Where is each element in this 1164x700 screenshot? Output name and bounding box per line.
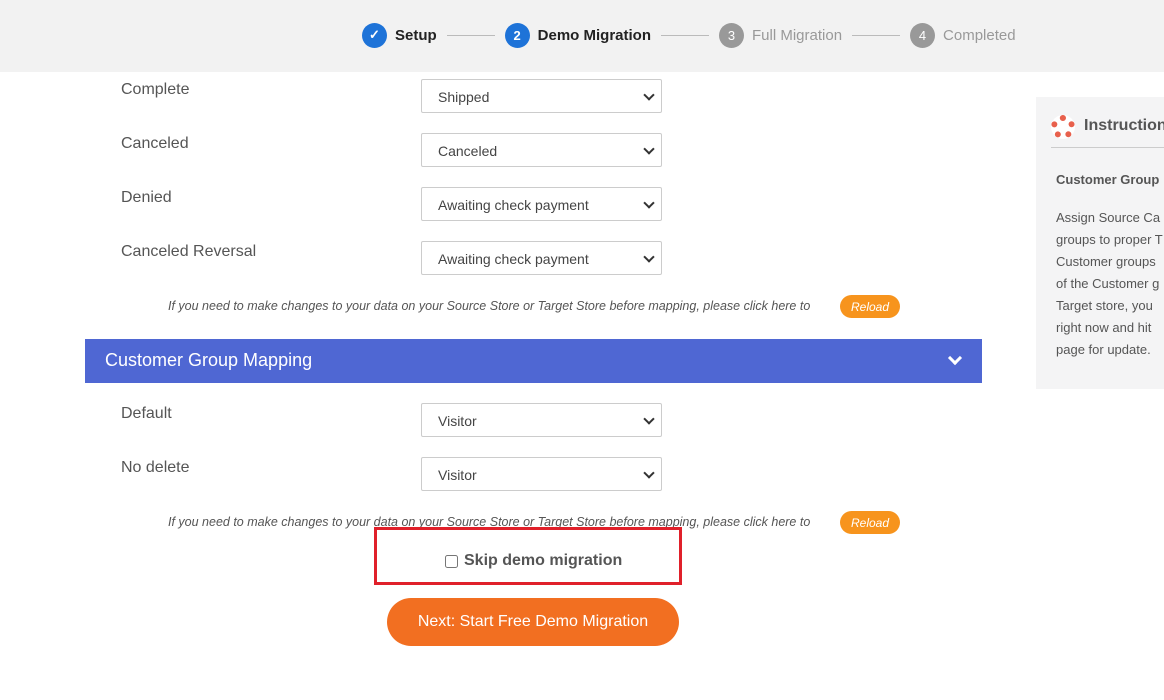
- checkbox[interactable]: [445, 554, 458, 568]
- reload-button[interactable]: Reload: [840, 511, 900, 534]
- section-title: Customer Group Mapping: [105, 350, 313, 370]
- step-divider: [661, 34, 710, 36]
- customer-group-mapping-header[interactable]: Customer Group Mapping: [85, 339, 982, 383]
- text-line: Assign Source Ca: [1056, 210, 1161, 225]
- status-label-canceled: Canceled: [121, 135, 189, 152]
- group-select-no-delete[interactable]: Visitor: [421, 457, 662, 491]
- skip-demo-checkbox[interactable]: Skip demo migration: [445, 552, 622, 570]
- step-setup: ✓ Setup: [362, 22, 437, 48]
- step-divider: [446, 34, 495, 36]
- instructions-heading: Customer Group: [1056, 172, 1160, 187]
- step-number: 3: [719, 22, 745, 48]
- status-label-complete: Complete: [121, 81, 190, 98]
- step-number: 4: [910, 22, 936, 48]
- lifebuoy-icon: [1051, 115, 1075, 139]
- stepper: ✓ Setup 2 Demo Migration 3 Full Migration 4…: [362, 22, 1016, 48]
- progress-header: ✓ Setup 2 Demo Migration 3 Full Migration 4…: [0, 0, 1164, 72]
- group-select-default[interactable]: Visitor: [421, 403, 662, 437]
- step-divider: [852, 34, 901, 36]
- skip-label: Skip demo migration: [464, 552, 623, 569]
- step-demo-migration: 2 Demo Migration: [504, 22, 652, 48]
- instructions-text: Assign Source Ca groups to proper T Cust…: [1056, 207, 1164, 361]
- status-select-canceled-reversal[interactable]: Awaiting check payment: [421, 241, 662, 275]
- status-label-denied: Denied: [121, 189, 172, 206]
- check-icon: ✓: [362, 22, 387, 48]
- group-label-no-delete: No delete: [121, 459, 190, 476]
- text-line: page for update.: [1056, 342, 1151, 357]
- text-line: of the Customer g: [1056, 276, 1160, 291]
- status-label-canceled-reversal: Canceled Reversal: [121, 243, 257, 260]
- divider: [1051, 147, 1164, 148]
- instructions-panel: Instructions Customer Group Assign Sourc…: [1036, 97, 1164, 389]
- text-line: groups to proper T: [1056, 232, 1163, 247]
- step-label: Full Migration: [752, 26, 843, 44]
- chevron-down-icon[interactable]: [947, 350, 963, 366]
- group-label-default: Default: [121, 405, 172, 422]
- start-demo-migration-button[interactable]: Next: Start Free Demo Migration: [387, 598, 679, 646]
- step-full-migration: 3 Full Migration: [719, 22, 843, 48]
- step-number: 2: [504, 22, 530, 48]
- status-select-complete[interactable]: Shipped: [421, 79, 662, 113]
- status-select-canceled[interactable]: Canceled: [421, 133, 662, 167]
- text-line: Target store, you: [1056, 298, 1153, 313]
- step-label: Completed: [943, 26, 1016, 44]
- instructions-title: Instructions: [1084, 117, 1164, 134]
- step-completed: 4 Completed: [910, 22, 1016, 48]
- status-select-denied[interactable]: Awaiting check payment: [421, 187, 662, 221]
- step-label: Setup: [395, 26, 437, 44]
- text-line: right now and hit: [1056, 320, 1152, 335]
- step-label: Demo Migration: [537, 26, 652, 44]
- text-line: Customer groups: [1056, 254, 1156, 269]
- reload-button[interactable]: Reload: [840, 295, 900, 318]
- reload-note: If you need to make changes to your data…: [168, 299, 811, 313]
